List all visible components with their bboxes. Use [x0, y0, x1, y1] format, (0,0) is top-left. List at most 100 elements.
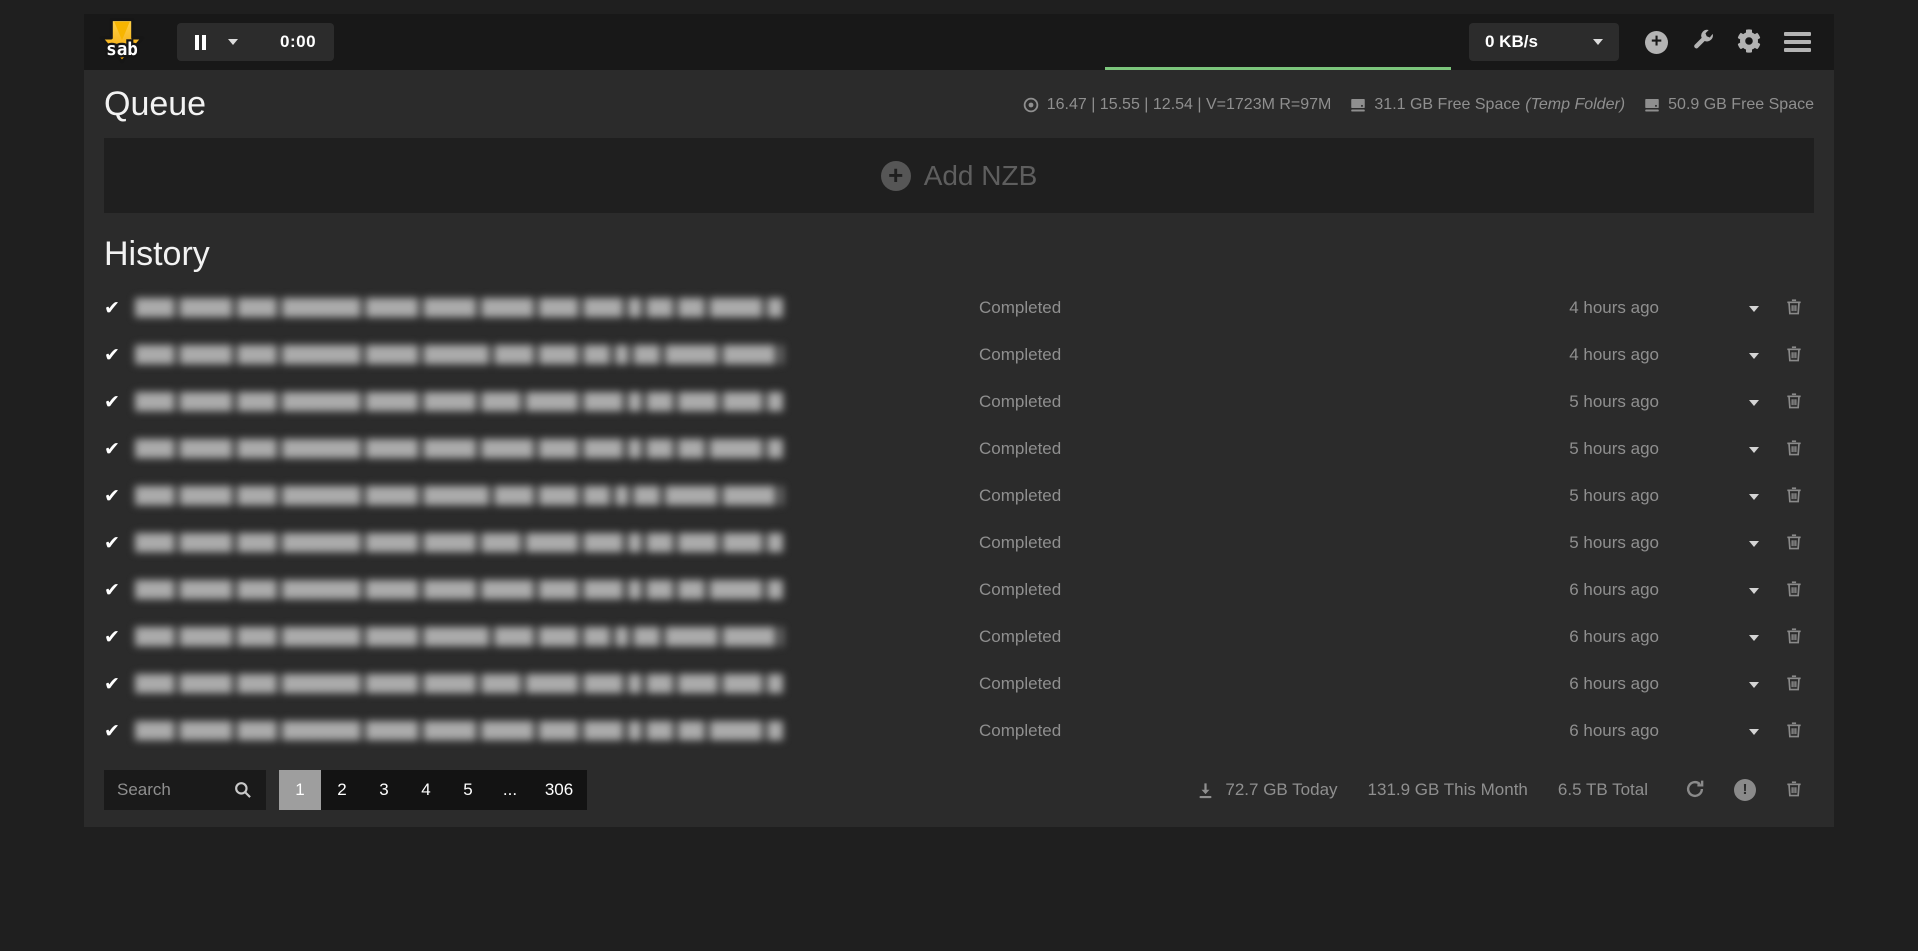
search-input[interactable]: [117, 780, 225, 800]
history-search-box: [104, 770, 266, 810]
row-delete-button[interactable]: [1784, 672, 1804, 696]
pagination-page-button[interactable]: 3: [363, 770, 405, 810]
trash-icon: [1784, 672, 1804, 696]
history-row: ✔ ███ ████ ███ ██████ ████ █████ ███ ███…: [84, 613, 1834, 660]
history-item-status: Completed: [979, 486, 1099, 506]
row-actions-dropdown[interactable]: [1745, 484, 1763, 507]
row-delete-button[interactable]: [1784, 390, 1804, 414]
history-row: ✔ ███ ████ ███ ██████ ████ ████ ████ ███…: [84, 284, 1834, 331]
history-totals: 72.7 GB Today 131.9 GB This Month 6.5 TB…: [1196, 780, 1648, 800]
history-item-name[interactable]: ███ ████ ███ ██████ ████ ████ ████ ███ █…: [135, 580, 783, 600]
purge-history-button[interactable]: [1784, 778, 1804, 802]
chevron-down-icon: [1749, 682, 1759, 688]
history-item-time: 6 hours ago: [1539, 627, 1659, 647]
chevron-down-icon: [1749, 541, 1759, 547]
speed-caret-icon: [1593, 39, 1603, 45]
row-delete-button[interactable]: [1784, 719, 1804, 743]
row-actions-dropdown[interactable]: [1745, 672, 1763, 695]
history-row: ✔ ███ ████ ███ ██████ ████ █████ ███ ███…: [84, 472, 1834, 519]
history-item-time: 6 hours ago: [1539, 674, 1659, 694]
sabnzbd-logo-icon[interactable]: sab: [99, 17, 145, 70]
main-menu-button[interactable]: [1784, 32, 1811, 52]
row-actions-dropdown[interactable]: [1745, 578, 1763, 601]
history-footer: 1 2 3 4 5 ... 306 72.7 GB Today 131.9 GB…: [104, 770, 1814, 810]
pagination-page-button[interactable]: 306: [531, 770, 587, 810]
history-item-time: 5 hours ago: [1539, 486, 1659, 506]
row-actions-dropdown[interactable]: [1745, 343, 1763, 366]
history-item-name[interactable]: ███ ████ ███ ██████ ████ ████ ████ ███ █…: [135, 439, 783, 459]
row-actions-dropdown[interactable]: [1745, 296, 1763, 319]
complete-drive-icon: [1643, 96, 1661, 114]
add-nzb-dropzone[interactable]: + Add NZB: [104, 138, 1814, 213]
check-icon: ✔: [104, 485, 135, 507]
trash-icon: [1784, 484, 1804, 508]
speed-limit-dropdown[interactable]: 0 KB/s: [1469, 23, 1619, 61]
history-item-name[interactable]: ███ ████ ███ ██████ ████ ████ ████ ███ █…: [135, 298, 783, 318]
history-item-name[interactable]: ███ ████ ███ ██████ ████ ████ ███ ████ █…: [135, 533, 783, 553]
row-delete-button[interactable]: [1784, 296, 1804, 320]
pagination-page-button[interactable]: 2: [321, 770, 363, 810]
row-delete-button[interactable]: [1784, 343, 1804, 367]
history-item-time: 5 hours ago: [1539, 392, 1659, 412]
wrench-icon: [1691, 29, 1714, 55]
trash-icon: [1784, 437, 1804, 461]
history-item-status: Completed: [979, 298, 1099, 318]
history-item-name[interactable]: ███ ████ ███ ██████ ████ ████ ████ ███ █…: [135, 721, 783, 741]
history-item-name[interactable]: ███ ████ ███ ██████ ████ ████ ███ ████ █…: [135, 392, 783, 412]
check-icon: ✔: [104, 579, 135, 601]
row-delete-button[interactable]: [1784, 625, 1804, 649]
add-nzb-label: Add NZB: [924, 160, 1038, 192]
svg-text:sab: sab: [106, 39, 138, 59]
history-item-name[interactable]: ███ ████ ███ ██████ ████ █████ ███ ███ █…: [135, 345, 783, 365]
trash-icon: [1784, 531, 1804, 555]
history-row: ✔ ███ ████ ███ ██████ ████ ████ ███ ████…: [84, 378, 1834, 425]
history-item-time: 4 hours ago: [1539, 298, 1659, 318]
row-actions-dropdown[interactable]: [1745, 437, 1763, 460]
row-actions-dropdown[interactable]: [1745, 531, 1763, 554]
chevron-down-icon: [1749, 353, 1759, 359]
refresh-button[interactable]: [1684, 778, 1706, 803]
settings-gear-button[interactable]: [1737, 29, 1761, 56]
row-delete-button[interactable]: [1784, 484, 1804, 508]
pause-button[interactable]: [195, 35, 206, 50]
queue-stats: 16.47 | 15.55 | 12.54 | V=1723M R=97M 31…: [1022, 96, 1814, 114]
row-delete-button[interactable]: [1784, 437, 1804, 461]
plus-circle-icon: +: [1645, 31, 1668, 54]
history-row: ✔ ███ ████ ███ ██████ ████ ████ ████ ███…: [84, 566, 1834, 613]
trash-icon: [1784, 578, 1804, 602]
pagination-page-button[interactable]: 4: [405, 770, 447, 810]
status-wrench-button[interactable]: [1691, 29, 1714, 55]
row-actions-dropdown[interactable]: [1745, 625, 1763, 648]
speed-value: 0 KB/s: [1485, 32, 1538, 52]
pagination-page-button[interactable]: 5: [447, 770, 489, 810]
history-item-time: 6 hours ago: [1539, 721, 1659, 741]
search-icon[interactable]: [233, 780, 253, 800]
row-actions-dropdown[interactable]: [1745, 390, 1763, 413]
trash-icon: [1784, 343, 1804, 367]
history-item-status: Completed: [979, 345, 1099, 365]
history-item-name[interactable]: ███ ████ ███ ██████ ████ █████ ███ ███ █…: [135, 486, 783, 506]
disk-free-space: 50.9 GB Free Space: [1668, 96, 1814, 114]
row-actions-dropdown[interactable]: [1745, 719, 1763, 742]
history-item-name[interactable]: ███ ████ ███ ██████ ████ ████ ███ ████ █…: [135, 674, 783, 694]
history-rows: ✔ ███ ████ ███ ██████ ████ ████ ████ ███…: [84, 284, 1834, 754]
history-item-status: Completed: [979, 674, 1099, 694]
history-info-button[interactable]: !: [1734, 779, 1756, 801]
chevron-down-icon: [1749, 588, 1759, 594]
pagination-page-button[interactable]: ...: [489, 770, 531, 810]
temp-folder-note: (Temp Folder): [1525, 96, 1625, 114]
trash-icon: [1784, 625, 1804, 649]
gear-icon: [1737, 29, 1761, 56]
history-row: ✔ ███ ████ ███ ██████ ████ ████ ████ ███…: [84, 707, 1834, 754]
row-delete-button[interactable]: [1784, 531, 1804, 555]
check-icon: ✔: [104, 344, 135, 366]
trash-icon: [1784, 719, 1804, 743]
add-nzb-nav-button[interactable]: +: [1645, 31, 1668, 54]
chevron-down-icon: [1749, 635, 1759, 641]
row-delete-button[interactable]: [1784, 578, 1804, 602]
history-row: ✔ ███ ████ ███ ██████ ████ █████ ███ ███…: [84, 331, 1834, 378]
temp-free-space: 31.1 GB Free Space: [1374, 96, 1520, 114]
pause-dropdown-caret-icon[interactable]: [228, 39, 238, 45]
history-item-name[interactable]: ███ ████ ███ ██████ ████ █████ ███ ███ █…: [135, 627, 783, 647]
pagination-page-button[interactable]: 1: [279, 770, 321, 810]
